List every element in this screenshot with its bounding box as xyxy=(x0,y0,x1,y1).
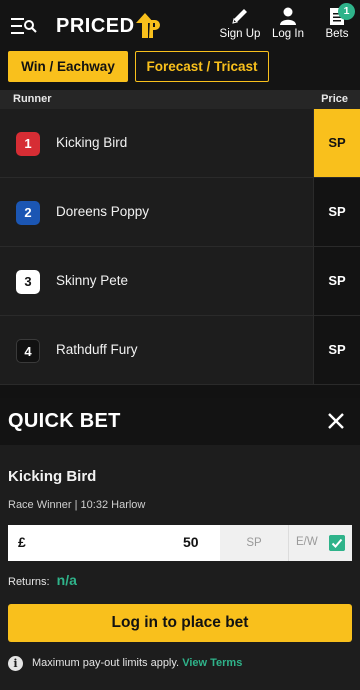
bets-label: Bets xyxy=(325,28,349,40)
stake-input[interactable]: 50 xyxy=(183,534,199,550)
signup-label: Sign Up xyxy=(219,28,261,40)
price-column-header: Price xyxy=(321,93,348,105)
saddlecloth-number: 3 xyxy=(16,270,40,294)
stake-row: £ 50 SP E/W xyxy=(8,525,352,561)
quick-bet-title: QUICK BET xyxy=(8,410,121,432)
runner-row: 2 Doreens Poppy SP xyxy=(0,178,360,247)
runner-row: 3 Skinny Pete SP xyxy=(0,247,360,316)
info-icon: i xyxy=(8,656,23,671)
eachway-toggle[interactable]: E/W xyxy=(288,525,352,561)
payout-info-text: Maximum pay-out limits apply. xyxy=(32,657,180,669)
bets-count-badge: 1 xyxy=(338,3,355,20)
payout-info-text-wrap: Maximum pay-out limits apply. View Terms xyxy=(32,657,242,669)
returns-value: n/a xyxy=(56,572,77,588)
odds-display: SP xyxy=(220,525,288,561)
view-terms-link[interactable]: View Terms xyxy=(182,657,242,669)
currency-symbol: £ xyxy=(18,534,26,550)
tab-win-eachway[interactable]: Win / Eachway xyxy=(8,51,128,82)
login-to-bet-button[interactable]: Log in to place bet xyxy=(8,604,352,642)
tab-forecast-tricast[interactable]: Forecast / Tricast xyxy=(135,51,269,82)
selected-runner-name: Kicking Bird xyxy=(8,468,97,485)
logo-text: PRICED xyxy=(56,15,135,37)
returns-row: Returns: n/a xyxy=(8,572,77,588)
runner-table-header: Runner Price xyxy=(0,90,360,109)
runner-name: Doreens Poppy xyxy=(56,204,150,219)
runner-row: 4 Rathduff Fury SP xyxy=(0,316,360,385)
signup-button[interactable]: Sign Up xyxy=(217,6,263,44)
top-header: PRICED Sign Up Log In Bets 1 xyxy=(0,0,360,48)
runner-row: 1 Kicking Bird SP xyxy=(0,109,360,178)
menu-search-icon[interactable] xyxy=(11,17,37,35)
runner-name: Skinny Pete xyxy=(56,273,129,288)
eachway-label: E/W xyxy=(296,536,318,548)
quick-bet-panel: Kicking Bird Race Winner | 10:32 Harlow … xyxy=(0,445,360,690)
returns-label: Returns: xyxy=(8,576,50,588)
saddlecloth-number: 4 xyxy=(16,339,40,363)
market-tabs: Win / Eachway Forecast / Tricast xyxy=(0,48,360,90)
bets-button[interactable]: Bets 1 xyxy=(318,3,356,44)
pencil-icon xyxy=(232,9,247,24)
saddlecloth-number: 1 xyxy=(16,132,40,156)
logo-up-icon xyxy=(136,13,160,38)
login-button[interactable]: Log In xyxy=(268,6,308,44)
runner-name: Kicking Bird xyxy=(56,135,128,150)
saddlecloth-number: 2 xyxy=(16,201,40,225)
login-label: Log In xyxy=(272,28,304,40)
user-icon xyxy=(280,7,296,25)
close-icon[interactable] xyxy=(326,411,346,431)
logo[interactable]: PRICED xyxy=(56,15,135,38)
race-info: Race Winner | 10:32 Harlow xyxy=(8,499,146,511)
runner-list: 1 Kicking Bird SP 2 Doreens Poppy SP 3 S… xyxy=(0,109,360,385)
price-button[interactable]: SP xyxy=(313,178,360,246)
checkbox-checked-icon[interactable] xyxy=(329,535,345,551)
quick-bet-header: QUICK BET xyxy=(0,398,360,445)
runner-name: Rathduff Fury xyxy=(56,342,138,357)
runner-column-header: Runner xyxy=(13,93,52,105)
price-button[interactable]: SP xyxy=(313,247,360,315)
price-button[interactable]: SP xyxy=(313,316,360,384)
price-button[interactable]: SP xyxy=(313,109,360,177)
